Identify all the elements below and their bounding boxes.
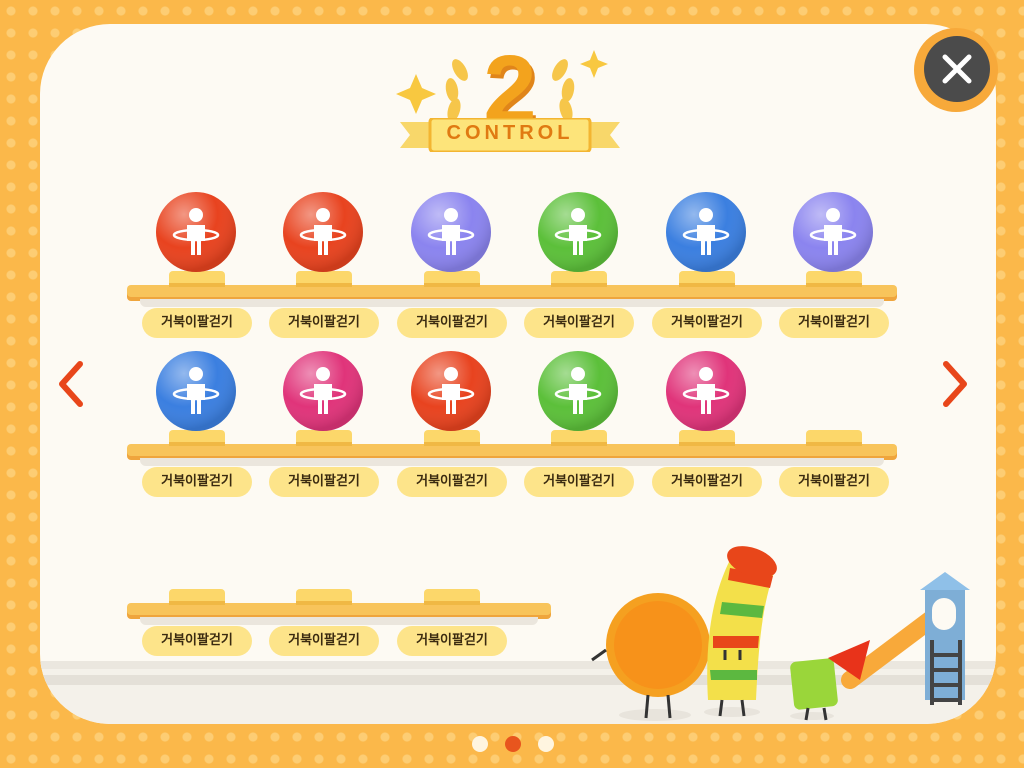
activity-label[interactable]: 거북이팔걷기 [652, 308, 762, 338]
activity-label[interactable]: 거북이팔걷기 [524, 467, 634, 497]
activity-slot[interactable] [147, 509, 247, 605]
activity-label[interactable]: 거북이팔걷기 [142, 308, 252, 338]
page-dot-2[interactable] [505, 736, 521, 752]
golf-icon[interactable] [155, 350, 237, 432]
kangaroo-icon[interactable] [665, 191, 747, 273]
trophy-laurel-icon[interactable] [665, 350, 747, 432]
activity-label[interactable]: 거북이팔걷기 [397, 308, 507, 338]
activity-slot[interactable] [274, 191, 374, 287]
activity-label[interactable]: 거북이팔걷기 [397, 467, 507, 497]
chevron-left-icon [59, 361, 83, 407]
activity-slot[interactable] [402, 509, 502, 605]
orb-pedestal [424, 430, 480, 446]
shelf-shadow [140, 617, 538, 625]
skier-icon[interactable] [282, 350, 364, 432]
activity-label[interactable]: 거북이팔걷기 [269, 308, 379, 338]
orb-pedestal [424, 271, 480, 287]
activity-slot[interactable] [529, 191, 629, 287]
hula-hoop-icon[interactable] [155, 191, 237, 273]
activity-slot[interactable] [529, 350, 629, 446]
skateboard-icon[interactable] [282, 191, 364, 273]
activity-label[interactable]: 거북이팔걷기 [142, 467, 252, 497]
shelf-1 [127, 285, 897, 297]
rabbit-icon[interactable] [537, 350, 619, 432]
activity-label[interactable]: 거북이팔걷기 [779, 467, 889, 497]
activity-slot[interactable] [147, 350, 247, 446]
page-indicator [468, 734, 558, 754]
activity-slot[interactable] [657, 191, 757, 287]
activity-slot[interactable] [274, 350, 374, 446]
close-button[interactable] [914, 28, 998, 112]
activity-label[interactable]: 거북이팔걷기 [269, 626, 379, 656]
close-icon [942, 54, 972, 84]
door-icon[interactable] [537, 191, 619, 273]
cookie-character-icon [591, 593, 710, 721]
orb-pedestal [296, 430, 352, 446]
orb-pedestal [551, 271, 607, 287]
next-page-button[interactable] [936, 354, 976, 414]
activity-slot[interactable] [402, 350, 502, 446]
orb-pedestal [169, 430, 225, 446]
activity-slot[interactable] [784, 350, 884, 446]
orb-pedestal [296, 589, 352, 605]
activity-label[interactable]: 거북이팔걷기 [652, 467, 762, 497]
page-dot-3[interactable] [538, 736, 554, 752]
playground-slide-icon [841, 572, 970, 705]
activity-label[interactable]: 거북이팔걷기 [142, 626, 252, 656]
handshake-icon[interactable] [792, 191, 874, 273]
activity-label[interactable]: 거북이팔걷기 [397, 626, 507, 656]
previous-page-button[interactable] [50, 354, 90, 414]
orb-pedestal [806, 430, 862, 446]
music-duo-icon[interactable] [410, 191, 492, 273]
activity-slot[interactable] [274, 509, 374, 605]
orb-pedestal [679, 430, 735, 446]
shelf-shadow [140, 458, 884, 466]
activity-slot[interactable] [147, 191, 247, 287]
page-dot-1[interactable] [472, 736, 488, 752]
level-title-text: CONTROL [446, 122, 574, 144]
activity-label[interactable]: 거북이팔걷기 [524, 308, 634, 338]
chevron-right-icon [943, 361, 967, 407]
orb-pedestal [169, 589, 225, 605]
orb-pedestal [806, 271, 862, 287]
activity-label[interactable]: 거북이팔걷기 [269, 467, 379, 497]
level-title-badge: 2 CONTROL [380, 40, 640, 160]
orb-pedestal [296, 271, 352, 287]
stopwatch-icon[interactable] [410, 350, 492, 432]
orb-pedestal [679, 271, 735, 287]
shelf-2 [127, 444, 897, 456]
activity-slot[interactable] [657, 350, 757, 446]
activity-slot[interactable] [784, 191, 884, 287]
orb-pedestal [169, 271, 225, 287]
shelf-shadow [140, 299, 884, 307]
activity-label[interactable]: 거북이팔걷기 [779, 308, 889, 338]
orb-pedestal [424, 589, 480, 605]
activity-slot[interactable] [402, 191, 502, 287]
close-button-face [924, 36, 990, 102]
orb-pedestal [551, 430, 607, 446]
character-scene [591, 546, 970, 721]
striped-tube-character-icon [704, 546, 777, 717]
